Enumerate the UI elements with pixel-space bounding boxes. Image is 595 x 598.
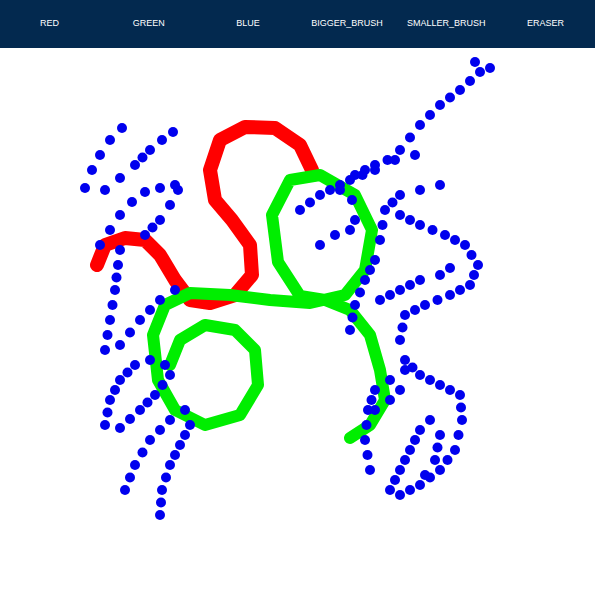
dotted-stroke: [95, 180, 180, 250]
dotted-stroke: [315, 225, 355, 250]
canvas-drawing[interactable]: [0, 48, 595, 598]
toolbar-button[interactable]: GREEN: [99, 0, 198, 48]
dotted-stroke: [375, 263, 455, 305]
brush-stroke: [97, 127, 312, 303]
dotted-stroke: [100, 245, 125, 355]
dotted-stroke: [360, 365, 410, 475]
dotted-stroke: [115, 285, 180, 350]
toolbar-button[interactable]: ERASER: [496, 0, 595, 48]
toolbar: REDGREENBLUEBIGGER_BRUSHSMALLER_BRUSHERA…: [0, 0, 595, 48]
dotted-stroke: [100, 127, 178, 195]
dotted-stroke: [155, 420, 195, 520]
toolbar-button[interactable]: BIGGER_BRUSH: [297, 0, 396, 48]
drawing-canvas[interactable]: [0, 48, 595, 598]
dotted-stroke: [115, 370, 175, 433]
dotted-stroke: [350, 150, 420, 180]
paint-app: REDGREENBLUEBIGGER_BRUSHSMALLER_BRUSHERA…: [0, 0, 595, 598]
brush-stroke: [153, 175, 385, 438]
dotted-stroke: [370, 385, 405, 415]
dotted-stroke: [295, 185, 360, 225]
dotted-stroke: [325, 57, 495, 195]
toolbar-button[interactable]: BLUE: [198, 0, 297, 48]
dotted-stroke: [385, 210, 483, 500]
dotted-stroke: [140, 185, 183, 240]
toolbar-button[interactable]: RED: [0, 0, 99, 48]
toolbar-button[interactable]: SMALLER_BRUSH: [397, 0, 496, 48]
dotted-stroke: [100, 355, 170, 430]
dotted-stroke: [80, 123, 127, 193]
dotted-stroke: [345, 180, 445, 335]
dotted-stroke: [120, 405, 190, 495]
